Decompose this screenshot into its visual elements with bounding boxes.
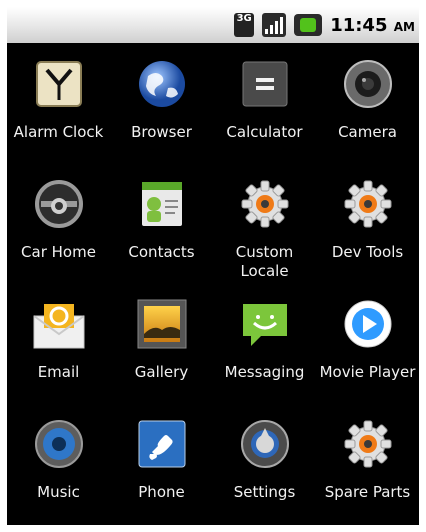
app-camera[interactable]: Camera	[316, 43, 419, 163]
app-browser[interactable]: Browser	[110, 43, 213, 163]
app-label: Settings	[233, 483, 296, 501]
app-gallery[interactable]: Gallery	[110, 283, 213, 403]
app-label: Camera	[338, 123, 397, 141]
app-movie-player[interactable]: Movie Player	[316, 283, 419, 403]
clock-time: 11:45	[330, 14, 388, 36]
app-custom-locale[interactable]: Custom Locale	[213, 163, 316, 283]
app-label: Contacts	[128, 243, 195, 261]
app-label: Email	[37, 363, 80, 381]
app-label: Music	[37, 483, 80, 501]
app-label: Messaging	[224, 363, 305, 381]
clock-ampm: AM	[393, 19, 415, 34]
signal-strength-icon	[262, 13, 287, 37]
app-label: Car Home	[21, 243, 96, 261]
status-bar: 3G 11:45 AM	[7, 7, 419, 43]
app-calculator[interactable]: Calculator	[213, 43, 316, 163]
alarm-clock-icon	[32, 57, 86, 111]
app-dev-tools[interactable]: Dev Tools	[316, 163, 419, 283]
play-icon	[341, 297, 395, 351]
app-messaging[interactable]: Messaging	[213, 283, 316, 403]
app-label: Spare Parts	[324, 483, 411, 501]
app-spare-parts[interactable]: Spare Parts	[316, 403, 419, 523]
app-label: Calculator	[226, 123, 303, 141]
app-settings[interactable]: Settings	[213, 403, 316, 523]
settings-icon	[238, 417, 292, 471]
app-label: Dev Tools	[331, 243, 404, 261]
app-label: Movie Player	[319, 363, 416, 381]
calculator-icon	[238, 57, 292, 111]
gear-icon	[341, 177, 395, 231]
app-email[interactable]: Email	[7, 283, 110, 403]
clock: 11:45 AM	[330, 15, 415, 36]
email-icon	[32, 297, 86, 351]
camera-icon	[341, 57, 395, 111]
steering-wheel-icon	[32, 177, 86, 231]
app-contacts[interactable]: Contacts	[110, 163, 213, 283]
battery-icon	[294, 14, 323, 36]
app-label: Gallery	[134, 363, 189, 381]
app-music[interactable]: Music	[7, 403, 110, 523]
phone-icon	[135, 417, 189, 471]
app-alarm-clock[interactable]: Alarm Clock	[7, 43, 110, 163]
app-phone[interactable]: Phone	[110, 403, 213, 523]
app-label: Browser	[131, 123, 192, 141]
gallery-icon	[135, 297, 189, 351]
app-label: Custom Locale	[235, 243, 294, 280]
speaker-icon	[32, 417, 86, 471]
app-label: Phone	[138, 483, 185, 501]
app-label: Alarm Clock	[13, 123, 104, 141]
gear-icon	[341, 417, 395, 471]
gear-icon	[238, 177, 292, 231]
network-type-icon: 3G	[234, 13, 255, 37]
app-car-home[interactable]: Car Home	[7, 163, 110, 283]
contacts-icon	[135, 177, 189, 231]
message-icon	[238, 297, 292, 351]
globe-icon	[135, 57, 189, 111]
app-drawer-grid: Alarm Clock Browser Calculator Camera Ca…	[7, 43, 419, 523]
